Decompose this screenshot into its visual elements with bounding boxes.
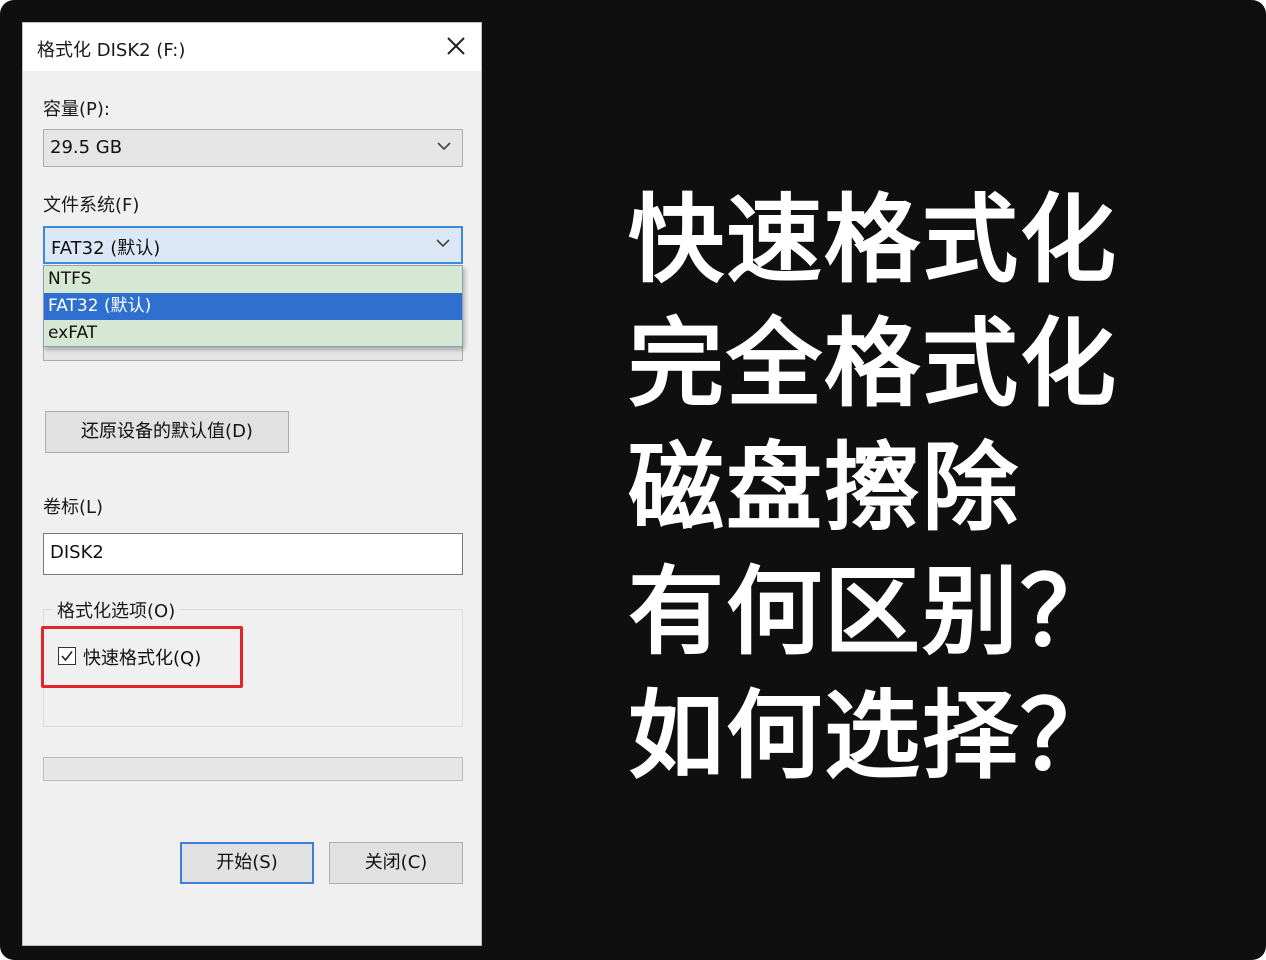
filesystem-dropdown-list: NTFS FAT32 (默认) exFAT <box>43 265 463 347</box>
headline-line-3: 磁盘擦除 <box>628 432 1020 544</box>
restore-defaults-button[interactable]: 还原设备的默认值(D) <box>45 411 289 453</box>
quick-format-label[interactable]: 快速格式化(Q) <box>83 644 201 670</box>
checkmark-icon <box>61 651 73 662</box>
filesystem-value: FAT32 (默认) <box>51 238 161 259</box>
headline-line-1: 快速格式化 <box>628 184 1118 296</box>
quick-format-checkbox[interactable] <box>58 647 76 665</box>
chevron-down-icon <box>436 239 450 248</box>
volume-label-value: DISK2 <box>50 542 104 563</box>
filesystem-select[interactable]: FAT32 (默认) <box>43 226 463 264</box>
capacity-label: 容量(P): <box>43 99 110 120</box>
format-dialog: 格式化 DISK2 (F:) 容量(P): 29.5 GB 文件系统(F) FA… <box>22 22 482 946</box>
close-button[interactable] <box>443 33 469 59</box>
headline-line-2: 完全格式化 <box>628 308 1118 420</box>
start-button[interactable]: 开始(S) <box>180 842 314 884</box>
volume-label-label: 卷标(L) <box>43 497 104 518</box>
filesystem-option-exfat[interactable]: exFAT <box>44 320 462 347</box>
capacity-value: 29.5 GB <box>50 137 123 158</box>
title-bar: 格式化 DISK2 (F:) <box>23 23 481 71</box>
headline-line-5: 如何选择？ <box>628 680 1118 792</box>
volume-label-input[interactable]: DISK2 <box>43 533 463 575</box>
screen-background: 格式化 DISK2 (F:) 容量(P): 29.5 GB 文件系统(F) FA… <box>0 0 1266 960</box>
chevron-down-icon <box>437 142 451 151</box>
filesystem-option-ntfs[interactable]: NTFS <box>44 266 462 293</box>
capacity-select[interactable]: 29.5 GB <box>43 129 463 167</box>
format-progress-bar <box>43 757 463 781</box>
filesystem-label: 文件系统(F) <box>43 195 140 216</box>
close-icon <box>447 37 465 55</box>
filesystem-option-fat32[interactable]: FAT32 (默认) <box>44 293 462 320</box>
close-dialog-button[interactable]: 关闭(C) <box>329 842 463 884</box>
headline-line-4: 有何区别？ <box>628 556 1118 668</box>
format-options-legend: 格式化选项(O) <box>53 597 180 623</box>
dialog-title: 格式化 DISK2 (F:) <box>37 40 186 61</box>
headline: 快速格式化 完全格式化 磁盘擦除 有何区别？ 如何选择？ <box>628 178 1248 798</box>
